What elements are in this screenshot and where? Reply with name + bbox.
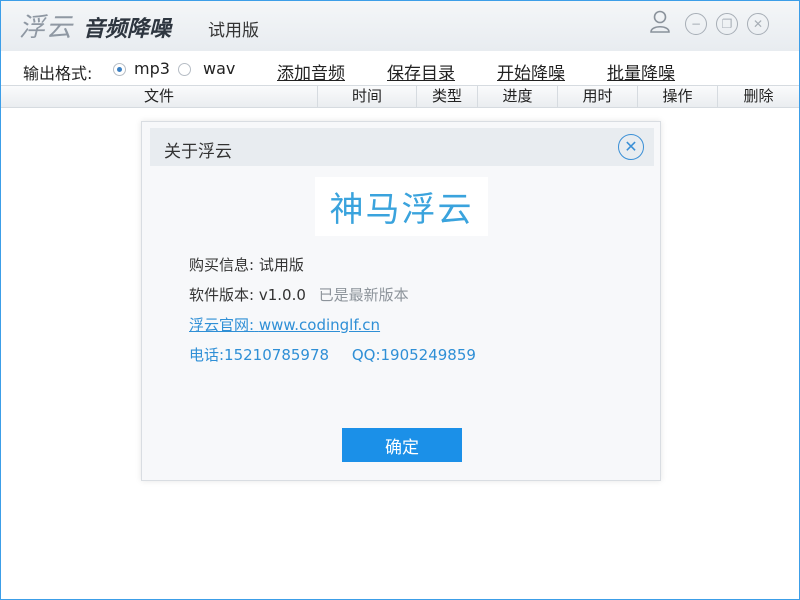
start-denoise-button[interactable]: 开始降噪 xyxy=(497,59,565,84)
format-mp3-label[interactable]: mp3 xyxy=(134,59,170,78)
app-name: 音频降噪 xyxy=(83,17,172,42)
add-audio-button[interactable]: 添加音频 xyxy=(277,59,345,84)
column-header-progress[interactable]: 进度 xyxy=(478,86,558,107)
column-header-time[interactable]: 时间 xyxy=(318,86,417,107)
app-edition: 试用版 xyxy=(208,21,259,41)
table-header: 文件 时间 类型 进度 用时 操作 删除 xyxy=(1,85,799,108)
qq-number: QQ:1905249859 xyxy=(351,346,476,364)
dialog-title: 关于浮云 xyxy=(164,142,232,162)
close-icon[interactable]: ✕ xyxy=(747,13,769,35)
maximize-icon[interactable]: ❐ xyxy=(716,13,738,35)
dialog-title-bar[interactable]: 关于浮云 ✕ xyxy=(150,128,654,166)
dialog-logo: 神马浮云 xyxy=(315,177,488,236)
website-label[interactable]: 浮云官网: xyxy=(189,316,254,334)
minimize-icon[interactable]: − xyxy=(685,13,707,35)
version-status: 已是最新版本 xyxy=(318,286,409,304)
ok-button[interactable]: 确定 xyxy=(342,428,462,462)
contact-info: 电话:15210785978 QQ:1905249859 xyxy=(189,344,476,365)
website-value[interactable]: www.codinglf.cn xyxy=(259,316,380,334)
phone-number: 电话:15210785978 xyxy=(189,346,330,364)
purchase-info: 购买信息: 试用版 xyxy=(189,254,304,275)
version-info: 软件版本: v1.0.0 已是最新版本 xyxy=(189,284,409,305)
purchase-value: 试用版 xyxy=(258,256,304,274)
save-directory-button[interactable]: 保存目录 xyxy=(387,59,455,84)
format-mp3-radio[interactable] xyxy=(113,63,126,76)
version-label: 软件版本: xyxy=(189,286,255,304)
column-header-delete[interactable]: 删除 xyxy=(718,86,799,107)
dialog-close-icon[interactable]: ✕ xyxy=(618,134,644,160)
toolbar: 输出格式: mp3 wav 添加音频 保存目录 开始降噪 批量降噪 xyxy=(1,51,799,85)
app-window: 浮云 音频降噪 试用版 − ❐ ✕ 输出格式: mp3 wav 添加音频 保存目… xyxy=(0,0,800,600)
user-icon-glyph xyxy=(650,10,670,33)
app-logo: 浮云 xyxy=(19,13,74,43)
user-icon[interactable] xyxy=(649,10,671,33)
title-bar[interactable]: 浮云 音频降噪 试用版 − ❐ ✕ xyxy=(1,1,799,51)
purchase-label: 购买信息: xyxy=(189,256,255,274)
column-header-duration[interactable]: 用时 xyxy=(558,86,638,107)
website-link[interactable]: 浮云官网: www.codinglf.cn xyxy=(189,314,380,335)
column-header-type[interactable]: 类型 xyxy=(417,86,478,107)
about-dialog: 关于浮云 ✕ 神马浮云 购买信息: 试用版 软件版本: v1.0.0 已是最新版… xyxy=(141,121,661,481)
column-header-file[interactable]: 文件 xyxy=(1,86,318,107)
column-header-action[interactable]: 操作 xyxy=(638,86,718,107)
batch-denoise-button[interactable]: 批量降噪 xyxy=(607,59,675,84)
format-wav-label[interactable]: wav xyxy=(203,59,235,78)
version-value: v1.0.0 xyxy=(258,286,306,304)
format-wav-radio[interactable] xyxy=(178,63,191,76)
output-format-label: 输出格式: xyxy=(23,64,93,83)
